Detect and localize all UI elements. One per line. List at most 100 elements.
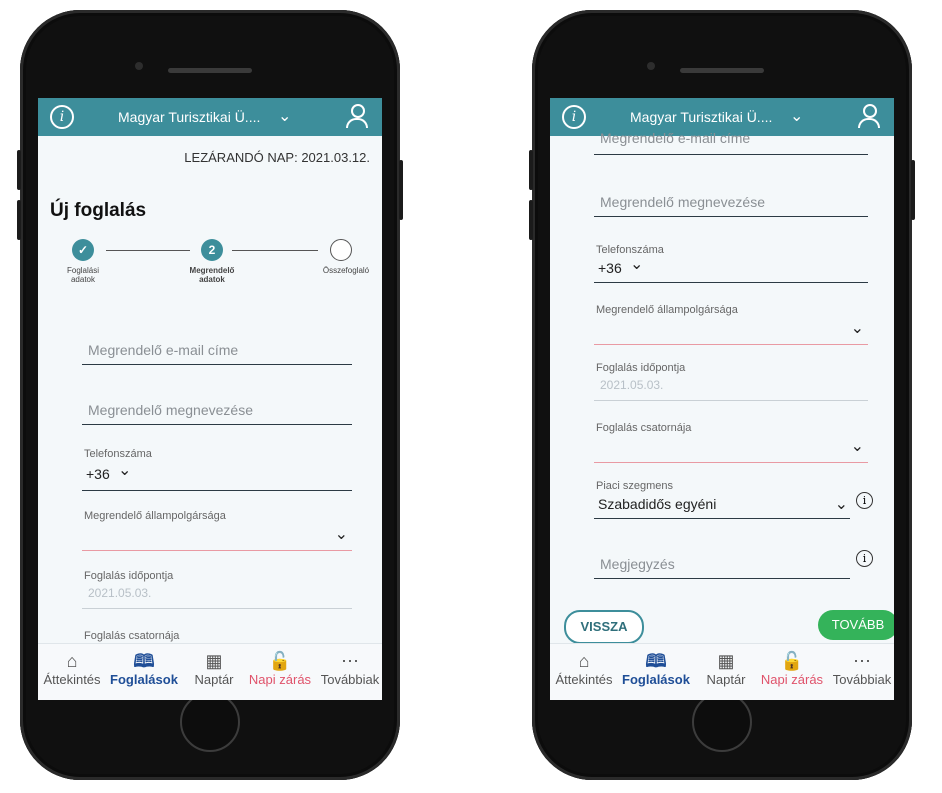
app-header: i Magyar Turisztikai Ü.... ⌄ [38, 98, 382, 136]
nav-item-more[interactable]: ⋯ Továbbiak [828, 650, 894, 687]
name-field[interactable]: Megrendelő megnevezése [82, 398, 352, 425]
nav-item-daily-close[interactable]: 🔓 Napi zárás [756, 650, 828, 687]
step-current-number: 2 [201, 239, 223, 261]
more-icon: ⋯ [341, 651, 359, 671]
unlock-icon: 🔓 [268, 651, 292, 671]
email-field[interactable]: Megrendelő e-mail címe [594, 130, 868, 155]
booking-time-label: Foglalás időpontja [84, 570, 174, 582]
screen-right: i Magyar Turisztikai Ü.... ⌄ Megrendelő … [550, 98, 894, 700]
info-icon[interactable]: i [50, 105, 74, 129]
back-button[interactable]: VISSZA [564, 610, 644, 644]
step-todo-circle [330, 239, 352, 261]
phone-home-button[interactable] [180, 692, 240, 752]
nav-label: Napi zárás [248, 672, 312, 687]
step-label: Megrendelő adatok [187, 266, 237, 284]
chevron-down-icon[interactable]: ⌄ [335, 524, 348, 544]
booking-time-value: 2021.05.03. [88, 586, 152, 600]
segment-info-icon[interactable]: i [856, 492, 873, 509]
stepper-line [232, 250, 318, 251]
name-placeholder: Megrendelő megnevezése [88, 402, 253, 418]
closing-day-text: LEZÁRANDÓ NAP: 2021.03.12. [184, 150, 370, 165]
step-label: Összefoglaló [316, 266, 376, 275]
booking-time-label: Foglalás időpontja [596, 362, 686, 374]
phone-field[interactable]: +36 ⌄ [82, 462, 352, 491]
unlock-icon: 🔓 [780, 651, 804, 671]
phone-speaker [680, 68, 764, 73]
nav-item-bookings[interactable]: 🕮 Foglalások [106, 650, 182, 687]
phone-camera [647, 62, 655, 70]
nav-item-overview[interactable]: ⌂ Áttekintés [38, 650, 106, 687]
citizenship-select[interactable]: ⌄ [594, 316, 868, 345]
phone-side-button [17, 150, 21, 190]
phone-camera [135, 62, 143, 70]
email-placeholder: Megrendelő e-mail címe [600, 130, 751, 146]
user-icon[interactable] [346, 104, 368, 128]
phone-side-button [399, 160, 403, 220]
nav-label: Naptár [706, 672, 746, 687]
channel-select[interactable]: ⌄ [594, 432, 868, 463]
home-icon: ⌂ [66, 651, 78, 671]
company-selector[interactable]: Magyar Turisztikai Ü.... [118, 109, 260, 125]
bottom-nav: ⌂ Áttekintés 🕮 Foglalások ▦ Naptár 🔓 Nap… [550, 643, 894, 700]
phone-speaker [168, 68, 252, 73]
email-field[interactable]: Megrendelő e-mail címe [82, 338, 352, 365]
company-selector[interactable]: Magyar Turisztikai Ü.... [630, 109, 772, 125]
phone-prefix[interactable]: +36 [86, 466, 110, 482]
info-icon[interactable]: i [562, 105, 586, 129]
name-placeholder: Megrendelő megnevezése [600, 194, 765, 210]
step-label-line: Összefoglaló [322, 266, 370, 275]
step-done-check-icon: ✓ [72, 239, 94, 261]
user-icon[interactable] [858, 104, 880, 128]
chevron-down-icon[interactable]: ⌄ [851, 436, 864, 456]
bottom-nav: ⌂ Áttekintés 🕮 Foglalások ▦ Naptár 🔓 Nap… [38, 643, 382, 700]
chevron-down-icon[interactable]: ⌄ [790, 106, 803, 126]
citizenship-select[interactable]: ⌄ [82, 522, 352, 551]
screen-left: i Magyar Turisztikai Ü.... ⌄ LEZÁRANDÓ N… [38, 98, 382, 700]
book-icon: 🕮 [133, 651, 155, 671]
booking-time-value: 2021.05.03. [600, 378, 664, 392]
chevron-down-icon[interactable]: ⌄ [630, 254, 643, 274]
note-info-icon[interactable]: i [856, 550, 873, 567]
phone-prefix[interactable]: +36 [598, 260, 622, 276]
email-placeholder: Megrendelő e-mail címe [88, 342, 239, 358]
nav-item-daily-close[interactable]: 🔓 Napi zárás [244, 650, 316, 687]
page-title: Új foglalás [50, 200, 147, 221]
step-label-line: Foglalási [66, 266, 99, 275]
nav-label: Továbbiak [320, 672, 380, 687]
phone-side-button [17, 200, 21, 240]
phone-home-button[interactable] [692, 692, 752, 752]
chevron-down-icon[interactable]: ⌄ [835, 494, 848, 514]
book-icon: 🕮 [645, 651, 667, 671]
nav-item-calendar[interactable]: ▦ Naptár [696, 650, 756, 687]
nav-item-bookings[interactable]: 🕮 Foglalások [618, 650, 694, 687]
phone-label: Telefonszáma [84, 448, 152, 460]
note-placeholder: Megjegyzés [600, 556, 675, 572]
nav-label: Áttekintés [555, 672, 613, 687]
nav-label: Naptár [194, 672, 234, 687]
step-label: Foglalási adatok [58, 266, 108, 284]
nav-item-calendar[interactable]: ▦ Naptár [184, 650, 244, 687]
nav-label: Foglalások [622, 672, 690, 687]
phone-side-button [529, 200, 533, 240]
note-field[interactable]: Megjegyzés [594, 550, 850, 579]
segment-select[interactable]: Szabadidős egyéni ⌄ [594, 492, 850, 519]
chevron-down-icon[interactable]: ⌄ [118, 460, 131, 480]
calendar-icon: ▦ [717, 651, 735, 671]
nav-label: Áttekintés [43, 672, 101, 687]
booking-time-field: 2021.05.03. [594, 376, 868, 401]
nav-item-overview[interactable]: ⌂ Áttekintés [550, 650, 618, 687]
name-field[interactable]: Megrendelő megnevezése [594, 190, 868, 217]
chevron-down-icon[interactable]: ⌄ [278, 106, 291, 126]
chevron-down-icon[interactable]: ⌄ [851, 318, 864, 338]
phone-right: i Magyar Turisztikai Ü.... ⌄ Megrendelő … [529, 10, 915, 780]
phone-left: i Magyar Turisztikai Ü.... ⌄ LEZÁRANDÓ N… [17, 10, 403, 780]
phone-field[interactable]: +36 ⌄ [594, 256, 868, 283]
nav-label: Foglalások [110, 672, 178, 687]
segment-value: Szabadidős egyéni [598, 496, 717, 512]
nav-item-more[interactable]: ⋯ Továbbiak [316, 650, 382, 687]
phone-side-button [529, 150, 533, 190]
next-button[interactable]: TOVÁBB [818, 610, 894, 640]
booking-time-field: 2021.05.03. [82, 584, 352, 609]
home-icon: ⌂ [578, 651, 590, 671]
segment-label: Piaci szegmens [596, 480, 674, 492]
